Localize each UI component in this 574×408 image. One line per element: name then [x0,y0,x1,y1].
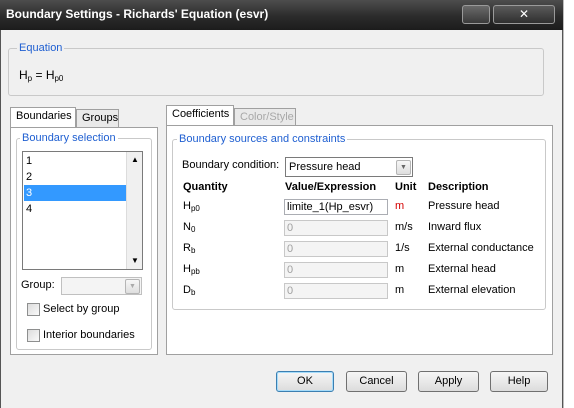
db-expression-input: 0 [284,283,388,299]
unit-hpb: m [395,263,405,275]
equation-legend: Equation [17,42,65,54]
header-value: Value/Expression [285,181,377,193]
scroll-down-icon[interactable]: ▼ [127,253,143,269]
boundary-condition-value: Pressure head [289,161,361,173]
quantity-hpb: Hpb [183,263,200,276]
group-label: Group: [21,279,55,291]
hpb-expression-input: 0 [284,262,388,278]
n0-expression-input: 0 [284,220,388,236]
tab-boundaries[interactable]: Boundaries [10,107,76,128]
list-item[interactable]: 2 [24,169,127,185]
header-quantity: Quantity [183,181,228,193]
sources-legend: Boundary sources and constraints [177,133,348,145]
hp0-expression-input[interactable]: limite_1(Hp_esvr) [284,199,388,215]
window-title: Boundary Settings - Richards' Equation (… [6,7,269,21]
boundary-condition-dropdown[interactable]: Pressure head ▼ [285,157,413,177]
interior-boundaries-checkbox[interactable] [27,329,40,342]
chevron-down-icon[interactable]: ▼ [396,160,411,175]
rb-expression-input: 0 [284,241,388,257]
ok-button[interactable]: OK [276,371,334,392]
description-hpb: External head [428,263,496,275]
apply-button[interactable]: Apply [418,371,479,392]
list-item[interactable]: 1 [24,153,127,169]
group-dropdown[interactable]: ▼ [61,277,142,295]
select-by-group-label: Select by group [43,303,120,315]
tab-groups[interactable]: Groups [76,109,119,127]
unit-rb: 1/s [395,242,410,254]
listbox-scrollbar[interactable]: ▲ ▼ [126,152,142,269]
boundary-condition-label: Boundary condition: [182,159,280,171]
tab-color-style: Color/Style [234,108,296,126]
description-hp0: Pressure head [428,200,500,212]
unit-db: m [395,284,405,296]
cancel-button[interactable]: Cancel [346,371,407,392]
list-item-selected[interactable]: 3 [24,185,127,201]
header-unit: Unit [395,181,417,193]
scroll-up-icon[interactable]: ▲ [127,152,143,168]
title-bar: Boundary Settings - Richards' Equation (… [0,0,563,30]
select-by-group-checkbox[interactable] [27,303,40,316]
boundary-listbox[interactable]: 1 2 3 4 ▲ ▼ [22,151,143,270]
close-button[interactable]: ✕ [493,5,555,24]
equation-group [8,48,544,96]
chevron-down-icon[interactable]: ▼ [125,279,140,294]
close-icon: ✕ [518,7,530,21]
tab-coefficients[interactable]: Coefficients [166,105,234,126]
header-description: Description [428,181,489,193]
description-db: External elevation [428,284,516,296]
quantity-n0: N0 [183,221,196,234]
interior-boundaries-label: Interior boundaries [43,329,135,341]
help-button[interactable]: Help [490,371,548,392]
boundary-selection-legend: Boundary selection [20,132,118,144]
description-n0: Inward flux [428,221,482,233]
quantity-db: Db [183,284,196,297]
description-rb: External conductance [428,242,534,254]
unit-n0: m/s [395,221,413,233]
unit-hp0: m [395,200,405,212]
background-window-edge [563,0,574,408]
list-item[interactable]: 4 [24,201,127,217]
equation-text: Hp = Hp0 [19,68,64,83]
quantity-hp0: Hp0 [183,200,200,213]
quantity-rb: Rb [183,242,196,255]
minimize-button[interactable] [462,5,490,24]
